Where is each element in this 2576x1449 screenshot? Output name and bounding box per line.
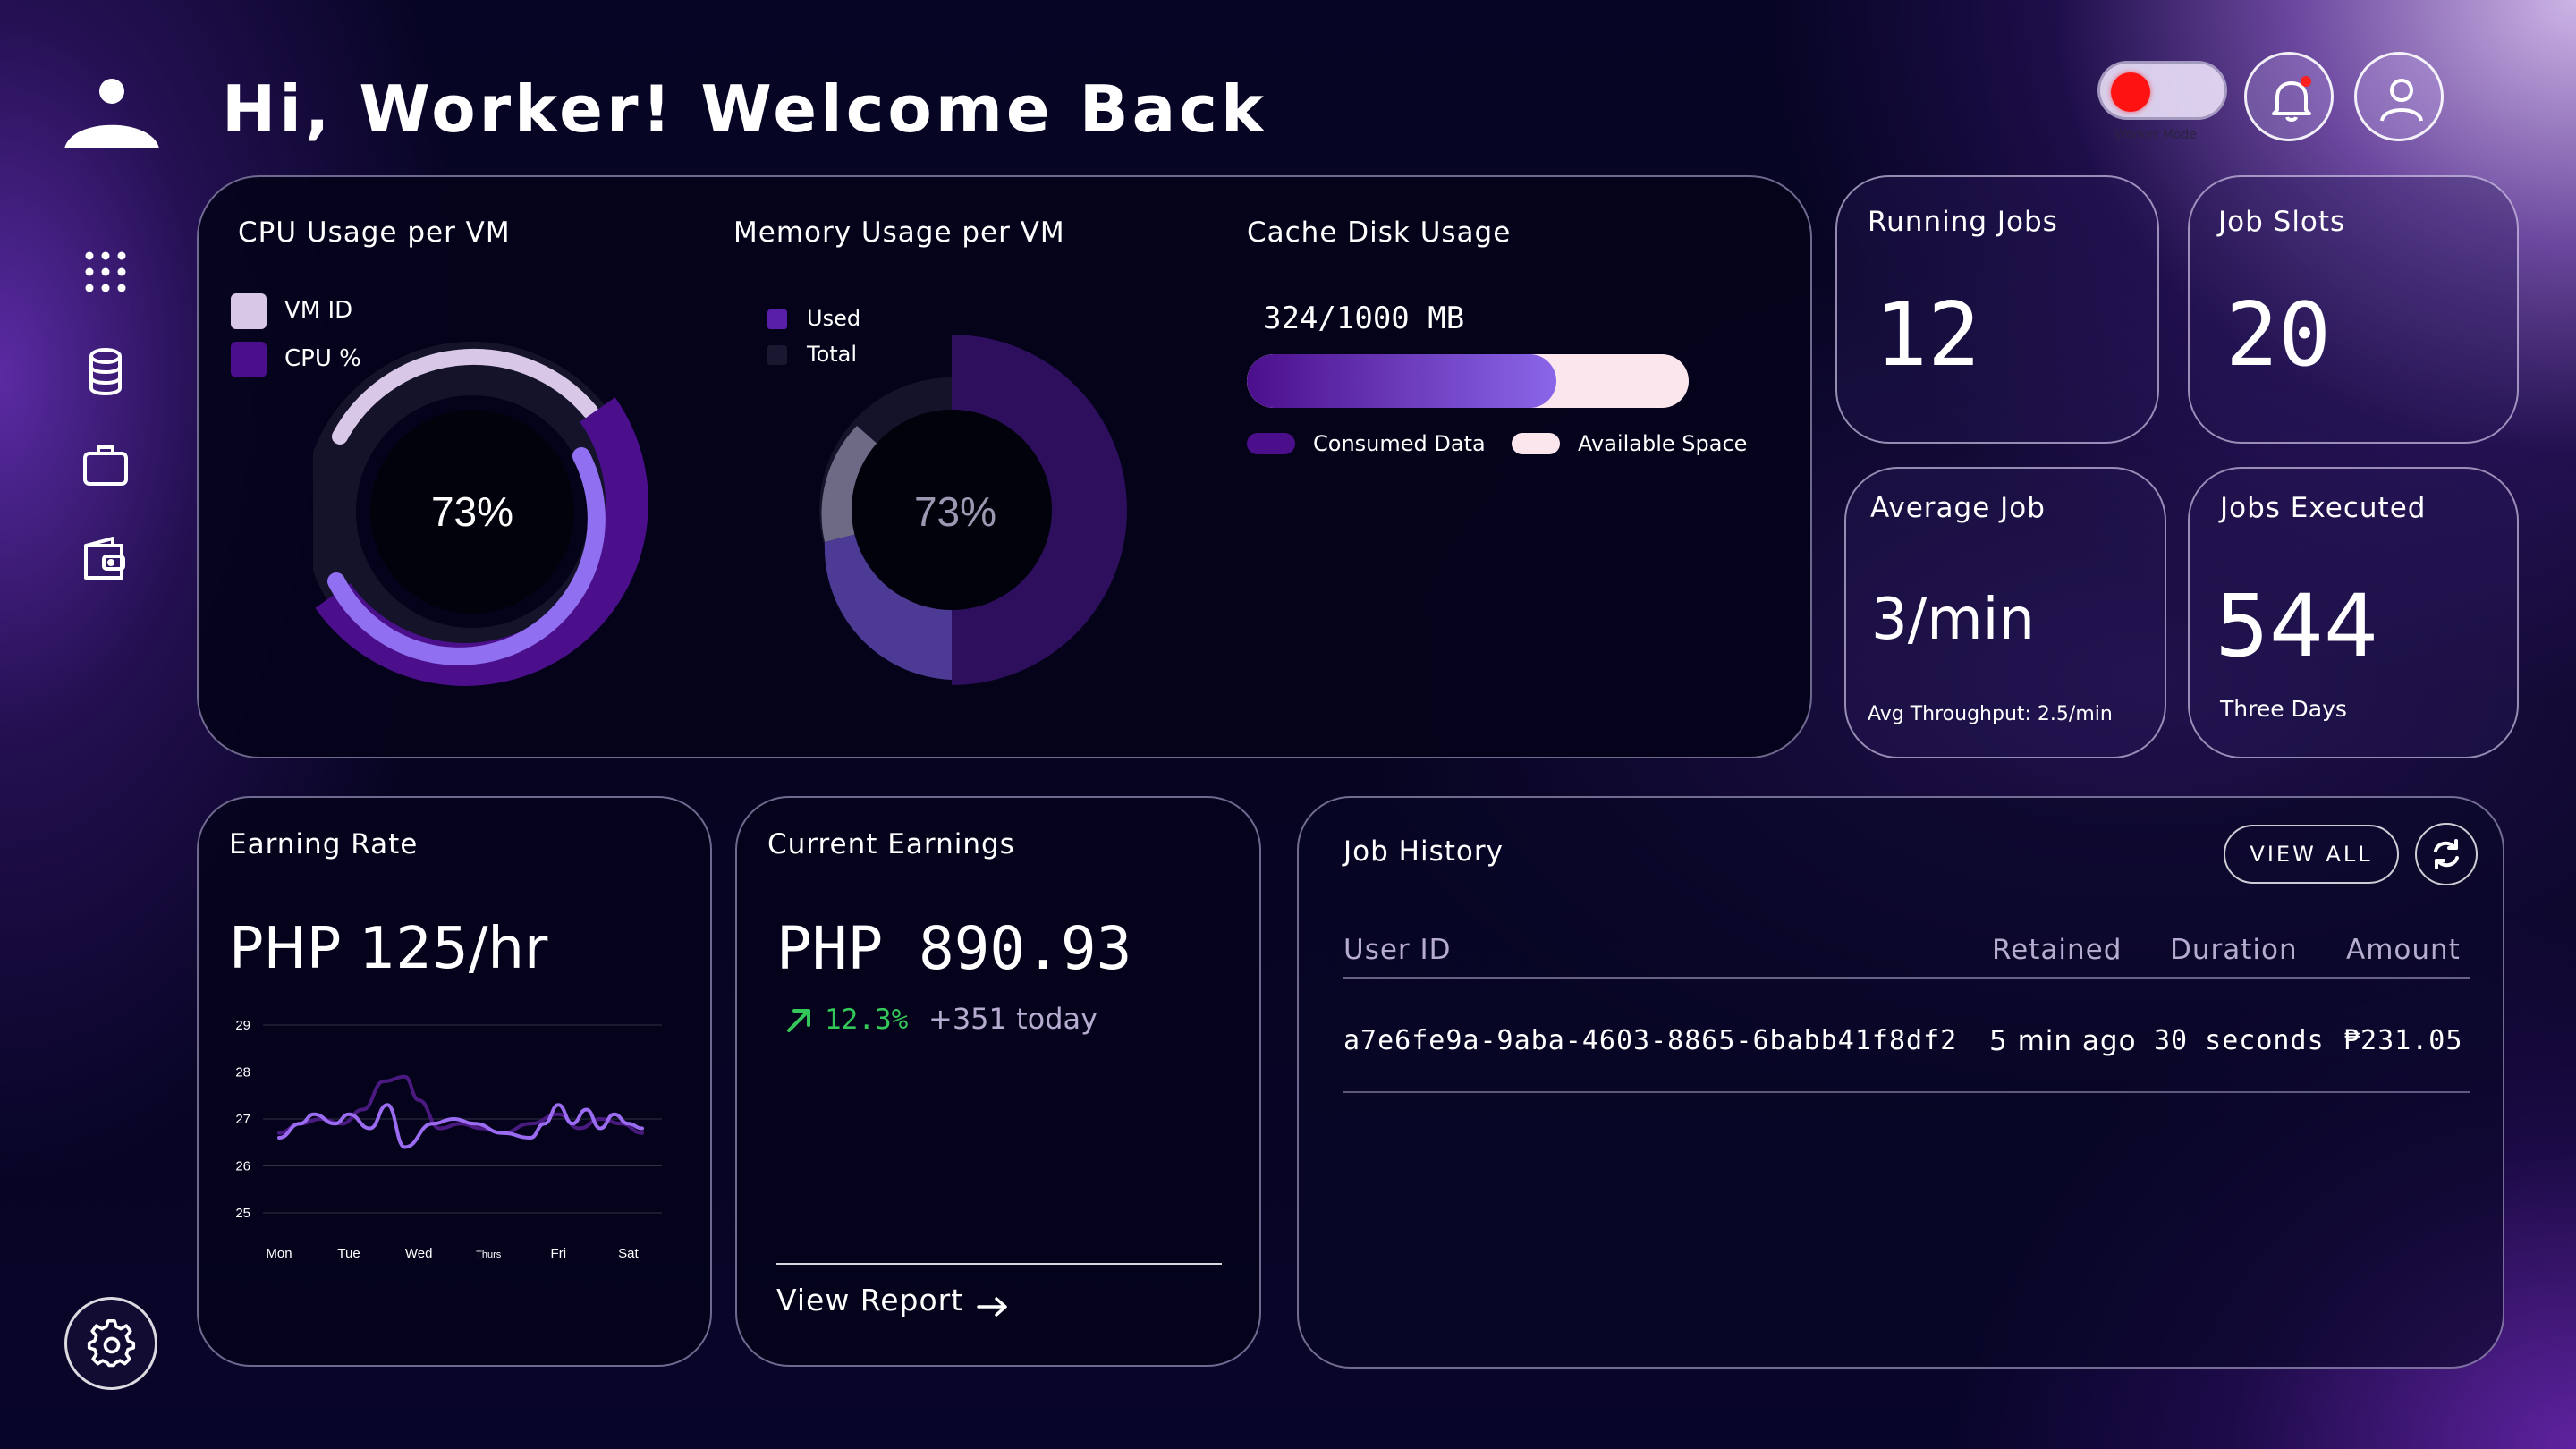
legend-label-consumed: Consumed Data (1313, 431, 1486, 456)
legend-swatch-cpu (231, 342, 267, 377)
legend-swatch-available (1512, 433, 1560, 454)
notification-dot (2301, 76, 2311, 87)
sidebar-item-jobs[interactable] (79, 438, 132, 492)
view-all-button[interactable]: VIEW ALL (2224, 825, 2399, 884)
row-retained: 5 min ago (1989, 1025, 2137, 1057)
col-header-duration: Duration (2170, 934, 2298, 966)
sidebar-item-wallet[interactable] (79, 533, 132, 587)
earnings-today: +351 today (928, 1002, 1098, 1036)
view-all-label: VIEW ALL (2250, 842, 2373, 867)
wallet-icon (84, 537, 125, 580)
job-history-title: Job History (1343, 835, 1504, 868)
settings-button[interactable] (64, 1297, 157, 1390)
earnings-change: 12.3% (825, 1004, 909, 1036)
jobs-executed-period: Three Days (2220, 696, 2347, 722)
cache-title: Cache Disk Usage (1247, 216, 1512, 249)
current-earnings-title: Current Earnings (767, 828, 1015, 860)
profile-button[interactable] (2354, 52, 2444, 141)
cpu-donut-chart: 73% (313, 342, 648, 686)
legend-swatch-consumed (1247, 433, 1295, 454)
refresh-icon (2434, 839, 2459, 869)
cache-usage-label: 324/1000 MB (1263, 301, 1465, 336)
running-jobs-value: 12 (1875, 284, 1981, 386)
col-header-user-id: User ID (1343, 934, 1452, 966)
notifications-button[interactable] (2244, 52, 2334, 141)
legend-swatch-total (767, 345, 787, 365)
job-slots-title: Job Slots (2218, 206, 2346, 238)
sidebar-item-database[interactable] (79, 345, 132, 399)
jobs-executed-title: Jobs Executed (2220, 492, 2427, 524)
user-icon (2380, 79, 2423, 122)
cpu-title: CPU Usage per VM (238, 216, 511, 249)
worker-mode-toggle[interactable] (2097, 61, 2227, 120)
y-tick-label: 26 (235, 1159, 250, 1174)
average-job-title: Average Job (1870, 492, 2046, 524)
x-tick-label: Thurs (476, 1250, 502, 1260)
table-row-divider (1343, 1091, 2470, 1093)
x-tick-label: Tue (337, 1246, 360, 1261)
col-header-amount: Amount (2346, 934, 2461, 966)
user-logo-icon (64, 79, 159, 148)
x-tick-label: Sat (618, 1246, 639, 1261)
x-tick-label: Fri (551, 1246, 567, 1261)
y-tick-label: 25 (235, 1206, 250, 1221)
worker-mode-label: Worker Mode (2114, 128, 2197, 142)
jobs-executed-value: 544 (2215, 576, 2379, 676)
earning-rate-value: PHP 125/hr (229, 916, 548, 982)
col-header-retained: Retained (1992, 934, 2123, 966)
refresh-button[interactable] (2415, 823, 2478, 886)
average-job-value: 3/min (1871, 587, 2035, 653)
memory-value-label: 73% (914, 488, 996, 535)
cache-progress-bar (1247, 354, 1689, 408)
table-header-divider (1343, 977, 2470, 979)
x-tick-label: Mon (266, 1246, 292, 1261)
gear-icon (87, 1319, 136, 1368)
trend-up-icon (787, 1009, 810, 1032)
sidebar-item-dashboard[interactable] (79, 247, 132, 301)
running-jobs-title: Running Jobs (1868, 206, 2058, 238)
row-duration: 30 seconds (2154, 1025, 2325, 1056)
bell-icon (2272, 76, 2311, 122)
average-job-throughput: Avg Throughput: 2.5/min (1868, 703, 2113, 725)
memory-title: Memory Usage per VM (733, 216, 1065, 249)
y-tick-label: 29 (235, 1018, 250, 1033)
page-title: Hi, Worker! Welcome Back (222, 72, 1267, 147)
y-tick-label: 27 (235, 1112, 250, 1127)
legend-label-vm-id: VM ID (284, 297, 353, 324)
database-icon (89, 348, 122, 395)
report-divider (776, 1263, 1222, 1265)
memory-donut-chart: 73% (819, 335, 1127, 685)
cpu-value-label: 73% (431, 488, 513, 535)
current-earnings-value: PHP 890.93 (776, 914, 1132, 983)
earning-rate-title: Earning Rate (229, 828, 419, 860)
view-report-link[interactable]: View Report (776, 1283, 1009, 1318)
toggle-knob (2111, 72, 2150, 112)
legend-swatch-used (767, 309, 787, 329)
legend-swatch-vm-id (231, 293, 267, 329)
view-report-label: View Report (776, 1283, 964, 1318)
legend-label-used: Used (807, 306, 861, 331)
briefcase-icon (83, 445, 128, 486)
app-logo (63, 77, 161, 154)
cache-progress-fill (1247, 354, 1556, 408)
job-slots-value: 20 (2225, 284, 2332, 386)
y-tick-label: 28 (235, 1065, 250, 1080)
current-earnings-card (735, 796, 1261, 1367)
row-amount: ₱231.05 (2343, 1025, 2463, 1056)
row-user-id: a7e6fe9a-9aba-4603-8865-6babb41f8df2 (1343, 1025, 1958, 1056)
grid-icon (85, 251, 126, 292)
arrow-right-icon (977, 1296, 1008, 1317)
earning-rate-chart: 29 28 27 26 25 Mon Tue Wed Thurs Fri Sat (235, 1018, 662, 1261)
x-tick-label: Wed (405, 1246, 433, 1261)
legend-label-available: Available Space (1578, 431, 1748, 456)
